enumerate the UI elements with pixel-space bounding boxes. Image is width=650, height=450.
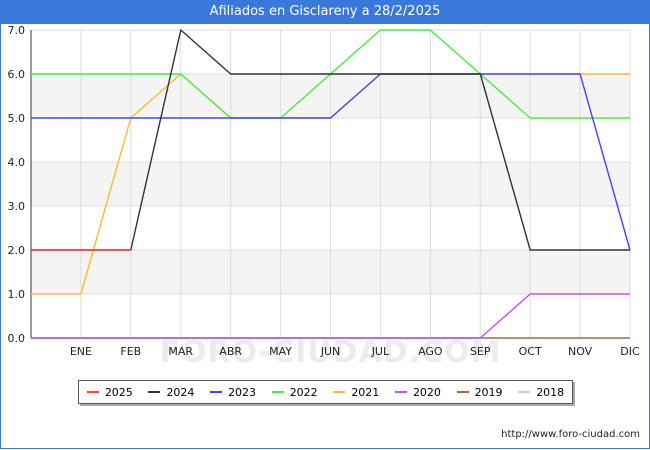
legend-label: 2024 [166,385,195,399]
y-tick-label: 1.0 [8,288,26,301]
legend-swatch [86,391,99,393]
legend-label: 2019 [474,385,503,399]
y-tick-label: 0.0 [8,332,26,345]
x-tick-label: JUL [371,345,390,358]
y-tick-label: 2.0 [8,244,26,257]
legend-swatch [333,391,346,393]
legend-swatch [456,391,469,393]
legend-label: 2023 [228,385,257,399]
x-tick-label: DIC [620,345,640,358]
x-tick-label: JUN [320,345,341,358]
x-tick-label: OCT [519,345,542,358]
legend-label: 2022 [289,385,318,399]
y-tick-label: 4.0 [8,156,26,169]
y-tick-label: 3.0 [8,200,26,213]
x-tick-label: SEP [470,345,491,358]
legend-item-2021: 2021 [333,386,379,399]
y-tick-label: 5.0 [8,112,26,125]
legend-item-2019: 2019 [456,385,503,399]
x-tick-label: MAR [168,345,193,358]
legend-item-2018: 2018 [518,386,564,399]
legend-label: 2021 [351,385,380,399]
legend-item-2023: 2023 [210,386,256,399]
legend-label: 2020 [412,385,441,399]
footer-url: http://www.foro-ciudad.com [501,429,640,440]
x-tick-label: MAY [269,345,292,358]
x-tick-label: NOV [568,345,593,358]
legend-swatch [271,391,284,393]
legend-item-2024: 2024 [148,386,194,399]
legend-swatch [518,391,531,393]
legend-item-2020: 2020 [394,385,441,399]
legend-label: 2018 [536,385,565,399]
legend-label: 2025 [104,385,133,399]
legend-swatch [210,391,223,393]
y-tick-label: 7.0 [8,24,26,37]
x-tick-label: FEB [120,345,141,358]
legend-item-2025: 2025 [86,385,133,399]
x-tick-label: AGO [418,345,443,358]
legend-item-2022: 2022 [271,385,318,399]
legend-swatch [148,391,161,393]
x-tick-label: ENE [70,345,92,358]
x-tick-label: ABR [219,345,242,358]
y-tick-label: 6.0 [8,68,26,81]
chart-legend: 2025 2024 2023 2022 2021 2020 2019 2018 [78,380,573,404]
legend-swatch [394,391,407,393]
